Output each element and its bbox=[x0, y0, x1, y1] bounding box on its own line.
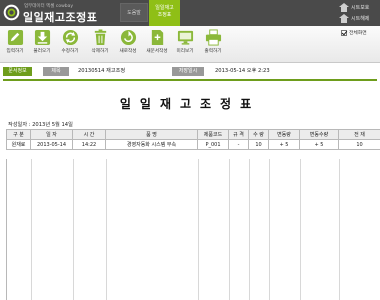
column-divider bbox=[339, 159, 340, 300]
preview-label: 미리보기 bbox=[176, 49, 194, 54]
cell-category[interactable]: 원재료 bbox=[6, 139, 31, 150]
input-button[interactable]: 입력하기 bbox=[4, 29, 26, 54]
cell-product-code[interactable]: P_001 bbox=[197, 139, 229, 150]
col-change: 변동량 bbox=[268, 129, 300, 140]
stock-table: 구 분 일 자 시 간 품 명 제품코드 규 격 수 량 변동량 변동수량 전 … bbox=[6, 129, 380, 150]
subject-value[interactable]: 20130514 재고조정 bbox=[78, 67, 125, 76]
column-divider bbox=[106, 159, 107, 300]
sheet-protect-button[interactable]: 시트보호 bbox=[339, 2, 369, 13]
table-header-row: 구 분 일 자 시 간 품 명 제품코드 규 격 수 량 변동량 변동수량 전 … bbox=[6, 129, 380, 140]
cell-item-name[interactable]: 경영자동화 시스템 부속 bbox=[105, 139, 198, 150]
new-write-label: 새로작성 bbox=[119, 49, 137, 54]
col-change-qty: 변동수량 bbox=[299, 129, 339, 140]
house-icon bbox=[339, 14, 349, 23]
pencil-icon bbox=[7, 29, 23, 46]
col-time: 시 간 bbox=[72, 129, 106, 140]
tab-help[interactable]: 도움말 bbox=[120, 3, 148, 22]
column-divider bbox=[300, 159, 301, 300]
trash-icon bbox=[94, 29, 106, 46]
load-label: 불러오기 bbox=[33, 49, 51, 54]
col-quantity: 수 량 bbox=[248, 129, 269, 140]
fullscreen-checkbox[interactable] bbox=[341, 29, 347, 36]
col-date: 일 자 bbox=[30, 129, 73, 140]
printer-icon bbox=[205, 29, 221, 46]
new-write-button[interactable]: 새로작성 bbox=[117, 29, 139, 54]
print-button[interactable]: 출력하기 bbox=[202, 29, 224, 54]
tab-label-line2: 조정표 bbox=[157, 12, 172, 18]
cell-change[interactable]: + 5 bbox=[268, 139, 300, 150]
cell-time[interactable]: 14:22 bbox=[72, 139, 106, 150]
download-icon bbox=[34, 29, 50, 46]
app-title: 일일재고조정표 bbox=[23, 11, 98, 24]
sheet-unprotect-label: 시트해제 bbox=[351, 16, 370, 22]
divider bbox=[3, 79, 377, 81]
col-category: 구 분 bbox=[6, 129, 31, 140]
fullscreen-toggle[interactable]: 전체화면 bbox=[341, 29, 367, 36]
document-title: 일일재고조정표 bbox=[119, 97, 261, 111]
fullscreen-label: 전체화면 bbox=[349, 31, 367, 36]
preview-button[interactable]: 미리보기 bbox=[174, 29, 196, 54]
cell-quantity[interactable]: 10 bbox=[248, 139, 269, 150]
sheet-unprotect-button[interactable]: 시트해제 bbox=[339, 13, 369, 24]
subject-label: 제목 bbox=[43, 67, 69, 76]
cell-previous[interactable]: 10 bbox=[338, 139, 380, 150]
new-document-button[interactable]: 새문서작성 bbox=[146, 29, 168, 54]
sheet-protect-label: 시트보호 bbox=[351, 5, 370, 11]
saved-value: 2013-05-14 오후 2:23 bbox=[215, 68, 270, 74]
load-button[interactable]: 불러오기 bbox=[31, 29, 53, 54]
cell-change-qty[interactable]: + 5 bbox=[299, 139, 339, 150]
refresh-icon bbox=[62, 29, 78, 46]
col-product-code: 제품코드 bbox=[197, 129, 229, 140]
edit-label: 수정하기 bbox=[61, 49, 79, 54]
app-header: 업무데이터 엑셀 cowbay 일일재고조정표 도움말 일일재고 조정표 시트보… bbox=[0, 0, 380, 26]
house-icon bbox=[339, 3, 349, 12]
written-date: 작성일자 : 2013년 5월 14일 bbox=[8, 122, 73, 128]
input-label: 입력하기 bbox=[6, 49, 24, 54]
new-document-icon bbox=[120, 29, 136, 46]
column-divider bbox=[229, 159, 230, 300]
table-row[interactable]: 원재료 2013-05-14 14:22 경영자동화 시스템 부속 P_001 … bbox=[6, 139, 380, 150]
new-file-icon bbox=[151, 29, 163, 46]
table-body-area bbox=[6, 159, 380, 300]
column-divider bbox=[269, 159, 270, 300]
edit-button[interactable]: 수정하기 bbox=[59, 29, 81, 54]
col-spec: 규 격 bbox=[228, 129, 249, 140]
cell-date[interactable]: 2013-05-14 bbox=[30, 139, 73, 150]
delete-label: 삭제하기 bbox=[91, 49, 109, 54]
new-document-label: 새문서작성 bbox=[146, 49, 168, 54]
col-item-name: 품 명 bbox=[105, 129, 198, 140]
print-label: 출력하기 bbox=[204, 49, 222, 54]
logo-icon bbox=[3, 4, 20, 21]
cell-spec[interactable]: - bbox=[228, 139, 249, 150]
toolbar: 입력하기 불러오기 수정하기 삭제하기 새로작성 새문서작성 미리보기 출력하기 bbox=[0, 26, 380, 63]
column-divider bbox=[31, 159, 32, 300]
column-divider bbox=[249, 159, 250, 300]
doc-info-label: 문서정보 bbox=[3, 67, 32, 76]
delete-button[interactable]: 삭제하기 bbox=[89, 29, 111, 54]
saved-label: 저장일시 bbox=[172, 67, 204, 76]
col-previous: 전 재 bbox=[338, 129, 380, 140]
column-divider bbox=[73, 159, 74, 300]
monitor-icon bbox=[177, 30, 193, 45]
tab-label-line1: 일일재고 bbox=[155, 5, 174, 11]
tab-daily-stock[interactable]: 일일재고 조정표 bbox=[149, 0, 180, 26]
column-divider bbox=[198, 159, 199, 300]
document-info-bar: 문서정보 제목 20130514 재고조정 저장일시 2013-05-14 오후… bbox=[0, 66, 380, 77]
